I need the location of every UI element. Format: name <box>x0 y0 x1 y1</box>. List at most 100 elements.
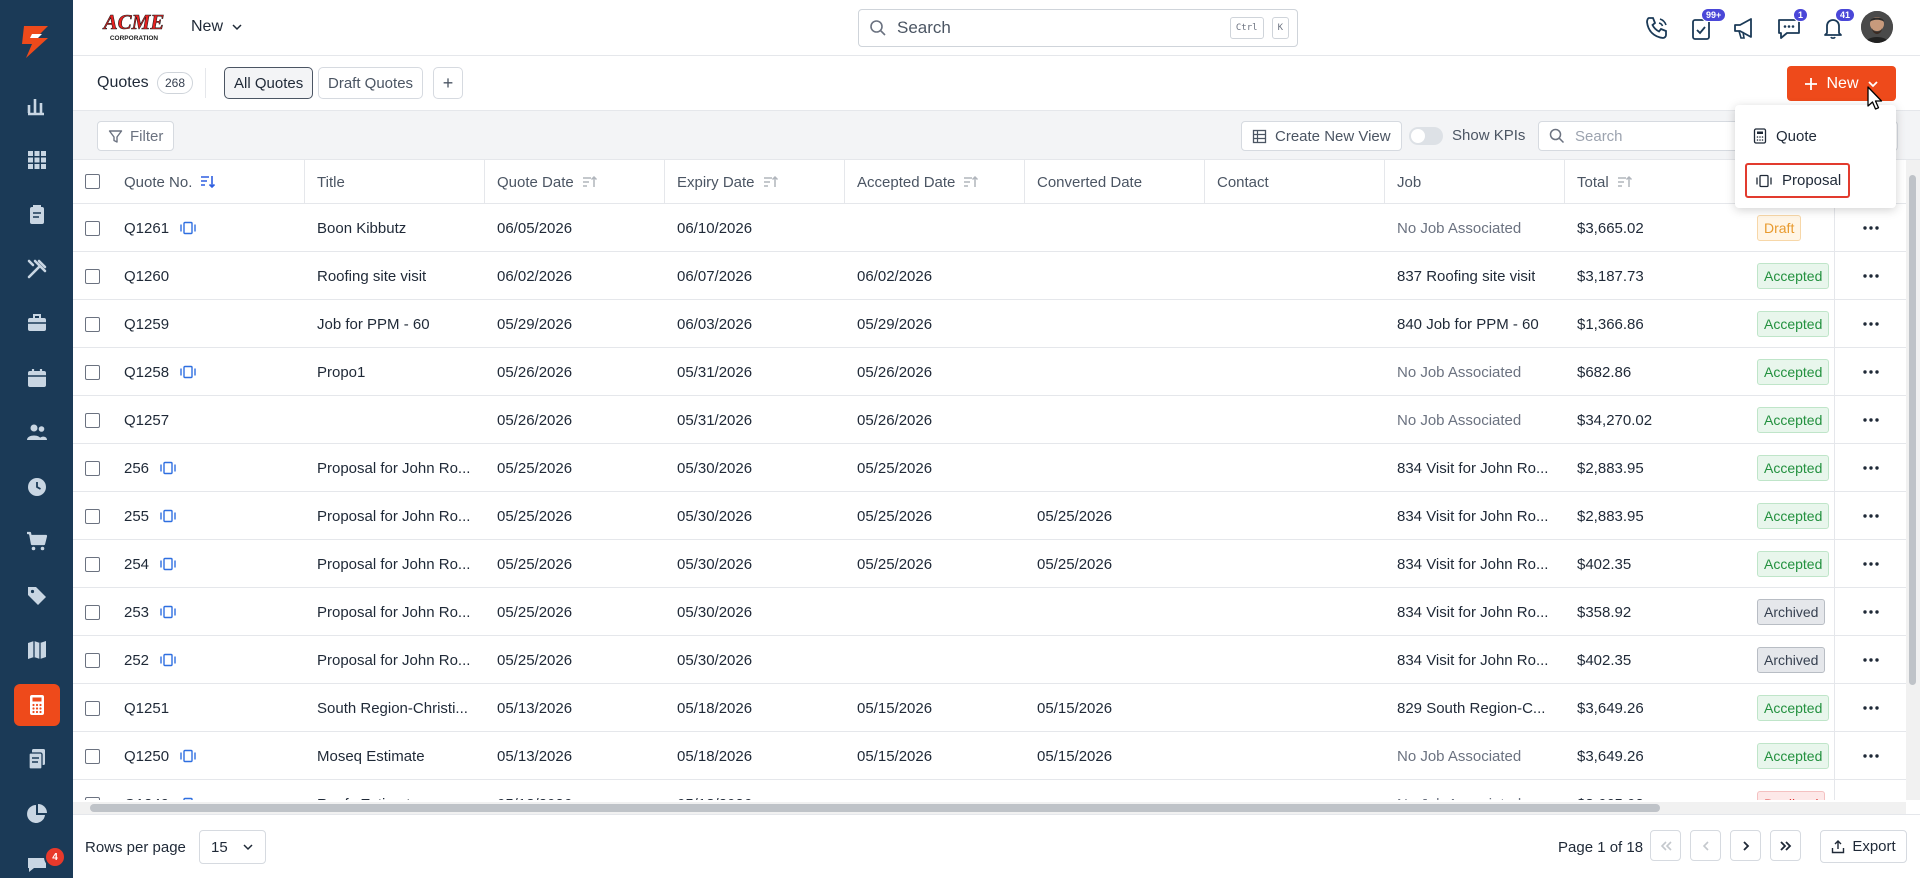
megaphone-icon[interactable] <box>1731 14 1759 42</box>
table-row[interactable]: Q1259 Job for PPM - 60 05/29/2026 06/03/202… <box>73 300 1906 348</box>
first-page-button[interactable] <box>1650 830 1681 861</box>
cell-job[interactable]: 834 Visit for John Ro... <box>1384 636 1554 684</box>
sort-icon[interactable] <box>763 175 779 189</box>
cell-job[interactable]: 834 Visit for John Ro... <box>1384 588 1554 636</box>
row-checkbox[interactable] <box>85 509 100 524</box>
add-view-tab-button[interactable]: + <box>433 67 463 99</box>
table-row[interactable]: Q1249Roofs Estimates 05/13/2026 05/18/2026… <box>73 780 1906 800</box>
sidebar-item-map[interactable] <box>14 629 60 671</box>
cell-job[interactable]: 834 Visit for John Ro... <box>1384 492 1554 540</box>
cell-job[interactable]: No Job Associated <box>1384 204 1554 252</box>
cell-quote-no[interactable]: Q1259 <box>124 300 300 348</box>
tasks-icon[interactable]: 99+ <box>1687 8 1727 42</box>
sort-icon[interactable] <box>1617 175 1633 189</box>
row-actions-button[interactable] <box>1834 300 1906 348</box>
row-checkbox[interactable] <box>85 797 100 800</box>
column-header-accepted-date[interactable]: Accepted Date <box>844 160 1014 204</box>
column-header-title[interactable]: Title <box>304 160 472 204</box>
select-all-checkbox[interactable] <box>85 174 100 189</box>
messages-icon[interactable]: 1 <box>1775 8 1809 42</box>
sort-icon[interactable] <box>582 175 598 189</box>
row-checkbox[interactable] <box>85 557 100 572</box>
row-checkbox[interactable] <box>85 365 100 380</box>
cell-job[interactable]: No Job Associated <box>1384 348 1554 396</box>
cell-job[interactable]: 837 Roofing site visit <box>1384 252 1554 300</box>
row-actions-button[interactable] <box>1834 252 1906 300</box>
cell-quote-no[interactable]: 256 <box>124 444 300 492</box>
sidebar-item-calendar[interactable] <box>14 357 60 399</box>
table-row[interactable]: 256 Proposal for John Ro... 05/25/2026 05/3… <box>73 444 1906 492</box>
cell-quote-no[interactable]: 254 <box>124 540 300 588</box>
table-row[interactable]: Q1257 05/26/2026 05/31/2026 05/26/2026 No Jo… <box>73 396 1906 444</box>
show-kpis-toggle[interactable] <box>1409 127 1443 145</box>
sidebar-item-tools[interactable] <box>14 248 60 290</box>
cell-quote-no[interactable]: Q1251 <box>124 684 300 732</box>
new-menu[interactable]: New <box>191 18 243 36</box>
sidebar-item-calculator[interactable] <box>14 683 60 726</box>
sidebar-item-documents[interactable] <box>14 738 60 780</box>
column-header-expiry-date[interactable]: Expiry Date <box>664 160 834 204</box>
horizontal-scrollbar[interactable] <box>90 804 1660 812</box>
brand-logo[interactable]: ACME CORPORATION <box>98 10 170 44</box>
cell-job[interactable]: No Job Associated <box>1384 732 1554 780</box>
column-header-quote-no[interactable]: Quote No. <box>124 160 300 204</box>
row-actions-button[interactable] <box>1834 492 1906 540</box>
export-button[interactable]: Export <box>1820 830 1907 863</box>
row-actions-button[interactable] <box>1834 396 1906 444</box>
column-header-converted-date[interactable]: Converted Date <box>1024 160 1194 204</box>
cell-quote-no[interactable]: Q1260 <box>124 252 300 300</box>
sidebar-item-pie-chart[interactable] <box>14 793 60 835</box>
column-header-contact[interactable]: Contact <box>1204 160 1374 204</box>
sidebar-item-clipboard[interactable] <box>14 193 60 235</box>
row-actions-button[interactable] <box>1834 780 1906 800</box>
row-checkbox[interactable] <box>85 413 100 428</box>
sidebar-item-chart-bar[interactable] <box>14 84 60 126</box>
row-actions-button[interactable] <box>1834 684 1906 732</box>
filter-button[interactable]: Filter <box>97 121 175 151</box>
row-actions-button[interactable] <box>1834 348 1906 396</box>
cell-job[interactable]: 829 South Region-C... <box>1384 684 1554 732</box>
cell-quote-no[interactable]: 253 <box>124 588 300 636</box>
tab-all-quotes[interactable]: All Quotes <box>224 67 314 99</box>
next-page-button[interactable] <box>1730 830 1761 861</box>
cell-quote-no[interactable]: Q1257 <box>124 396 300 444</box>
cell-quote-no[interactable]: Q1261 <box>124 204 300 252</box>
sidebar-item-dashboard-grid[interactable] <box>14 139 60 181</box>
row-checkbox[interactable] <box>85 461 100 476</box>
row-actions-button[interactable] <box>1834 636 1906 684</box>
row-actions-button[interactable] <box>1834 732 1906 780</box>
table-row[interactable]: 255 Proposal for John Ro... 05/25/2026 05/3… <box>73 492 1906 540</box>
row-actions-button[interactable] <box>1834 540 1906 588</box>
sidebar-item-cart[interactable] <box>14 520 60 562</box>
table-row[interactable]: 253 Proposal for John Ro... 05/25/2026 05/3… <box>73 588 1906 636</box>
row-checkbox[interactable] <box>85 605 100 620</box>
row-checkbox[interactable] <box>85 749 100 764</box>
row-actions-button[interactable] <box>1834 588 1906 636</box>
cell-quote-no[interactable]: 252 <box>124 636 300 684</box>
rows-per-page-select[interactable]: 15 <box>199 830 266 864</box>
sidebar-item-people[interactable] <box>14 411 60 453</box>
global-search[interactable]: Search Ctrl K <box>858 9 1298 47</box>
cell-quote-no[interactable]: Q1249 <box>124 780 300 800</box>
vertical-scrollbar[interactable] <box>1909 175 1916 685</box>
row-actions-button[interactable] <box>1834 444 1906 492</box>
row-checkbox[interactable] <box>85 269 100 284</box>
row-checkbox[interactable] <box>85 221 100 236</box>
app-logo-icon[interactable] <box>14 20 60 62</box>
sidebar-item-clock[interactable] <box>14 466 60 508</box>
row-checkbox[interactable] <box>85 317 100 332</box>
table-row[interactable]: Q1261 Boon Kibbutz 06/05/2026 06/10/2026 No … <box>73 204 1906 252</box>
menu-item-proposal[interactable]: Proposal <box>1745 163 1850 198</box>
user-avatar[interactable] <box>1861 11 1893 43</box>
cell-job[interactable]: No Job Associated <box>1384 780 1554 801</box>
column-header-quote-date[interactable]: Quote Date <box>484 160 654 204</box>
column-header-job[interactable]: Job <box>1384 160 1554 204</box>
sort-descending-icon[interactable] <box>200 175 216 189</box>
last-page-button[interactable] <box>1770 830 1801 861</box>
phone-icon[interactable] <box>1643 14 1671 42</box>
table-row[interactable]: Q1251 South Region-Christi... 05/13/2026 05… <box>73 684 1906 732</box>
cell-job[interactable]: No Job Associated <box>1384 396 1554 444</box>
row-checkbox[interactable] <box>85 653 100 668</box>
cell-job[interactable]: 840 Job for PPM - 60 <box>1384 300 1554 348</box>
table-row[interactable]: 252 Proposal for John Ro... 05/25/2026 05/3… <box>73 636 1906 684</box>
